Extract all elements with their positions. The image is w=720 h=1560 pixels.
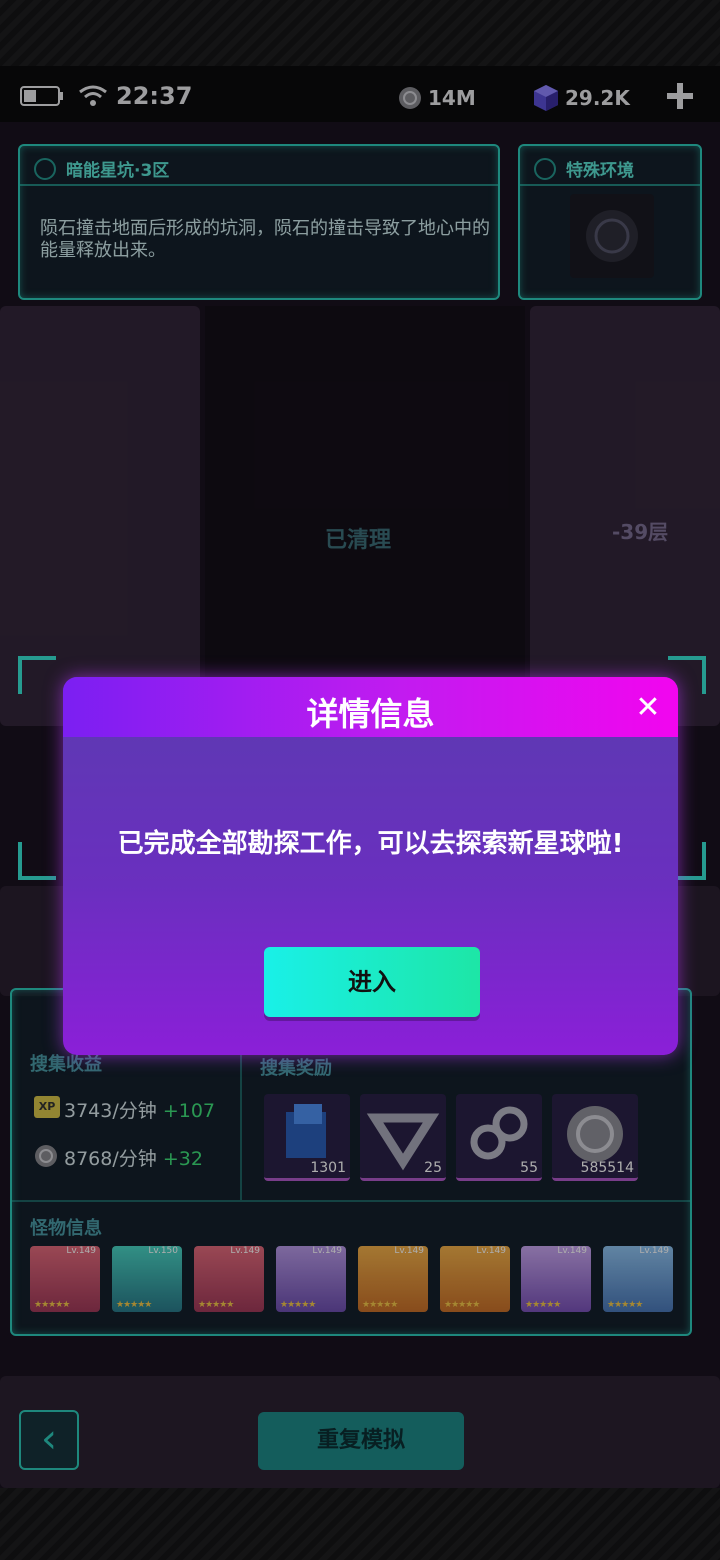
detail-modal: 详情信息 ✕ 已完成全部勘探工作，可以去探索新星球啦! 进入 <box>63 677 678 1055</box>
close-icon[interactable]: ✕ <box>633 693 663 723</box>
modal-message: 已完成全部勘探工作，可以去探索新星球啦! <box>117 829 624 859</box>
modal-title: 详情信息 <box>306 695 435 733</box>
enter-button[interactable]: 进入 <box>264 947 480 1017</box>
